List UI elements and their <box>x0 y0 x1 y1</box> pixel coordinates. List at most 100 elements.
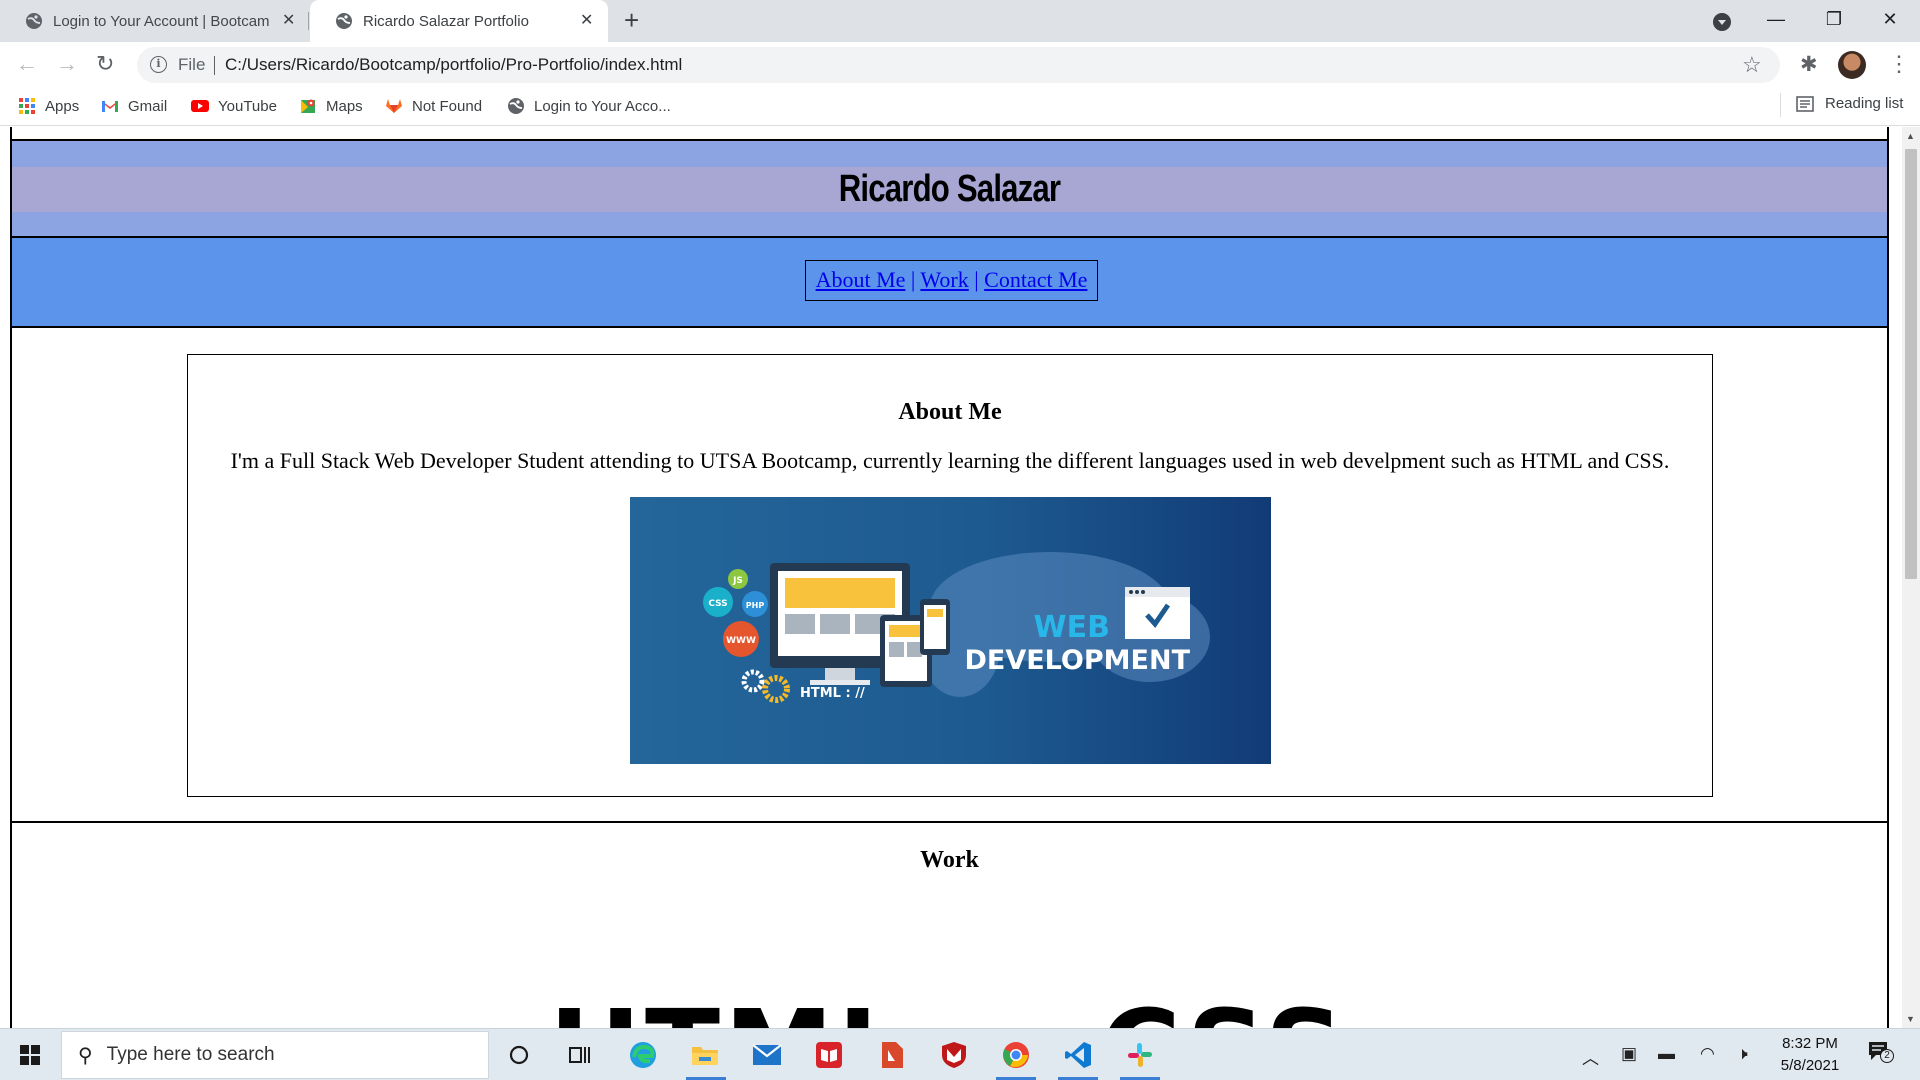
nav-link-work[interactable]: Work <box>920 267 968 292</box>
tab-portfolio[interactable]: Ricardo Salazar Portfolio ✕ <box>310 0 608 42</box>
reading-list-button[interactable]: Reading list <box>1780 95 1903 112</box>
url-text[interactable]: C:/Users/Ricardo/Bootcamp/portfolio/Pro-… <box>225 55 682 75</box>
nav-link-about[interactable]: About Me <box>816 267 906 292</box>
page-nav: About Me | Work | Contact Me <box>10 237 1889 328</box>
bookmark-label: Apps <box>45 97 80 115</box>
work-section: Work HTML CSS <box>10 821 1889 1028</box>
bookmark-login[interactable]: Login to Your Acco... <box>507 95 671 117</box>
profile-avatar[interactable] <box>1838 51 1866 79</box>
css-project-image[interactable]: CSS <box>1100 995 1348 1028</box>
bookmarks-bar: Apps Gmail YouTube Maps Not Found Login … <box>0 88 1920 126</box>
close-tab-icon[interactable]: ✕ <box>282 10 295 30</box>
bookmark-maps[interactable]: Maps <box>299 95 363 117</box>
bookmark-label: Maps <box>326 97 363 115</box>
taskbar-clock[interactable]: 8:32 PM 5/8/2021 <box>1765 1033 1855 1077</box>
tab-login[interactable]: Login to Your Account | Bootcam ✕ <box>0 0 306 42</box>
tab-title: Login to Your Account | Bootcam <box>53 12 270 30</box>
address-bar[interactable]: i File C:/Users/Ricardo/Bootcamp/portfol… <box>137 47 1780 83</box>
globe-icon <box>508 98 524 114</box>
page-header: Ricardo Salazar <box>10 139 1889 238</box>
minimize-icon[interactable]: — <box>1756 4 1796 34</box>
apps-grid-icon <box>18 97 36 115</box>
scheme-separator <box>214 56 215 75</box>
bookmark-star-icon[interactable]: ☆ <box>1742 52 1762 78</box>
about-text: I'm a Full Stack Web Developer Student a… <box>230 448 1670 473</box>
vscode-icon[interactable] <box>1061 1038 1095 1072</box>
volume-icon[interactable]: 🕨 <box>1737 1044 1748 1064</box>
bookmark-label: Gmail <box>128 97 168 115</box>
web-development-illustration: JS CSS PHP WWW HTML : // WEB DEVELOPMENT <box>703 552 1210 703</box>
taskbar-search-box[interactable]: ⚲ Type here to search <box>61 1031 489 1079</box>
site-info-icon[interactable]: i <box>150 56 167 73</box>
scroll-down-arrow-icon[interactable]: ▼ <box>1906 1014 1915 1024</box>
gitlab-icon <box>386 99 402 113</box>
web-development-image: JS CSS PHP WWW HTML : // WEB DEVELOPMENT <box>630 497 1271 764</box>
mcafee-shield-icon[interactable] <box>937 1038 971 1072</box>
tab-strip: Login to Your Account | Bootcam ✕ Ricard… <box>0 0 1920 42</box>
wifi-icon[interactable]: ◠ <box>1700 1044 1715 1064</box>
clock-time: 8:32 PM <box>1782 1035 1838 1052</box>
about-heading: About Me <box>898 399 1002 425</box>
battery-icon[interactable]: ▬ <box>1658 1044 1675 1064</box>
chrome-icon[interactable] <box>999 1038 1033 1072</box>
css-badge-text: CSS <box>708 599 727 609</box>
globe-icon <box>336 13 352 29</box>
back-arrow-icon[interactable]: ← <box>16 50 38 78</box>
globe-icon <box>26 13 42 29</box>
reading-list-icon <box>1796 95 1814 112</box>
maps-icon <box>301 99 315 113</box>
tab-title: Ricardo Salazar Portfolio <box>363 12 529 30</box>
clock-date: 5/8/2021 <box>1780 1057 1840 1074</box>
tab-separator <box>308 12 309 30</box>
show-hidden-icons-chevron-icon[interactable]: ︿ <box>1582 1044 1599 1069</box>
slack-icon[interactable] <box>1123 1038 1157 1072</box>
notification-count: 2 <box>1880 1049 1894 1063</box>
bookmark-apps[interactable]: Apps <box>18 95 79 117</box>
tab-search-icon[interactable] <box>1713 13 1731 31</box>
new-tab-button[interactable]: + <box>624 6 639 34</box>
nav-separator: | <box>974 267 979 292</box>
nav-links-box: About Me | Work | Contact Me <box>805 260 1098 301</box>
html-label: HTML : // <box>800 686 865 701</box>
nav-separator: | <box>910 267 916 292</box>
restore-icon[interactable]: ❐ <box>1814 4 1854 34</box>
extensions-puzzle-icon[interactable]: ✱ <box>1800 52 1818 77</box>
bookmark-youtube[interactable]: YouTube <box>191 95 277 117</box>
bookmark-gmail[interactable]: Gmail <box>101 95 167 117</box>
php-badge-text: PHP <box>746 601 765 610</box>
bookmark-label: Login to Your Acco... <box>534 97 671 115</box>
bookmark-not-found[interactable]: Not Found <box>385 95 482 117</box>
gear-icon <box>762 675 790 703</box>
scrollbar-thumb[interactable] <box>1905 149 1917 579</box>
close-window-icon[interactable]: ✕ <box>1870 4 1910 34</box>
page-title: Ricardo Salazar <box>838 168 1061 210</box>
close-tab-icon[interactable]: ✕ <box>580 10 593 30</box>
forward-arrow-icon[interactable]: → <box>56 50 78 78</box>
web-label: WEB <box>1034 610 1110 645</box>
development-label: DEVELOPMENT <box>964 645 1190 676</box>
windows-start-icon[interactable] <box>20 1045 40 1065</box>
html-project-image[interactable]: HTML <box>549 995 912 1028</box>
menu-dots-icon[interactable]: ⋮ <box>1888 51 1910 77</box>
youtube-icon <box>191 100 209 112</box>
search-placeholder: Type here to search <box>106 1044 275 1065</box>
file-explorer-icon[interactable] <box>688 1038 722 1072</box>
bookmark-label: Not Found <box>412 97 483 115</box>
reload-icon[interactable]: ↻ <box>96 50 114 78</box>
office-reader-icon[interactable] <box>812 1038 846 1072</box>
work-heading: Work <box>920 847 979 873</box>
pdf-reader-icon[interactable] <box>875 1038 909 1072</box>
js-badge-text: JS <box>732 576 743 586</box>
page-viewport: Ricardo Salazar About Me | Work | Contac… <box>0 127 1902 1028</box>
edge-icon[interactable] <box>626 1038 660 1072</box>
gear-icon <box>741 669 765 693</box>
bookmark-separator <box>1780 93 1781 117</box>
notification-center-icon[interactable]: 2 <box>1868 1041 1894 1063</box>
scroll-up-arrow-icon[interactable]: ▲ <box>1906 131 1915 141</box>
page-scrollbar[interactable]: ▲ ▼ <box>1902 127 1920 1028</box>
meet-now-icon[interactable]: ▣ <box>1621 1044 1637 1064</box>
nav-link-contact[interactable]: Contact Me <box>984 267 1087 292</box>
cortana-icon[interactable] <box>502 1038 536 1072</box>
mail-icon[interactable] <box>750 1038 784 1072</box>
task-view-icon[interactable] <box>563 1038 597 1072</box>
